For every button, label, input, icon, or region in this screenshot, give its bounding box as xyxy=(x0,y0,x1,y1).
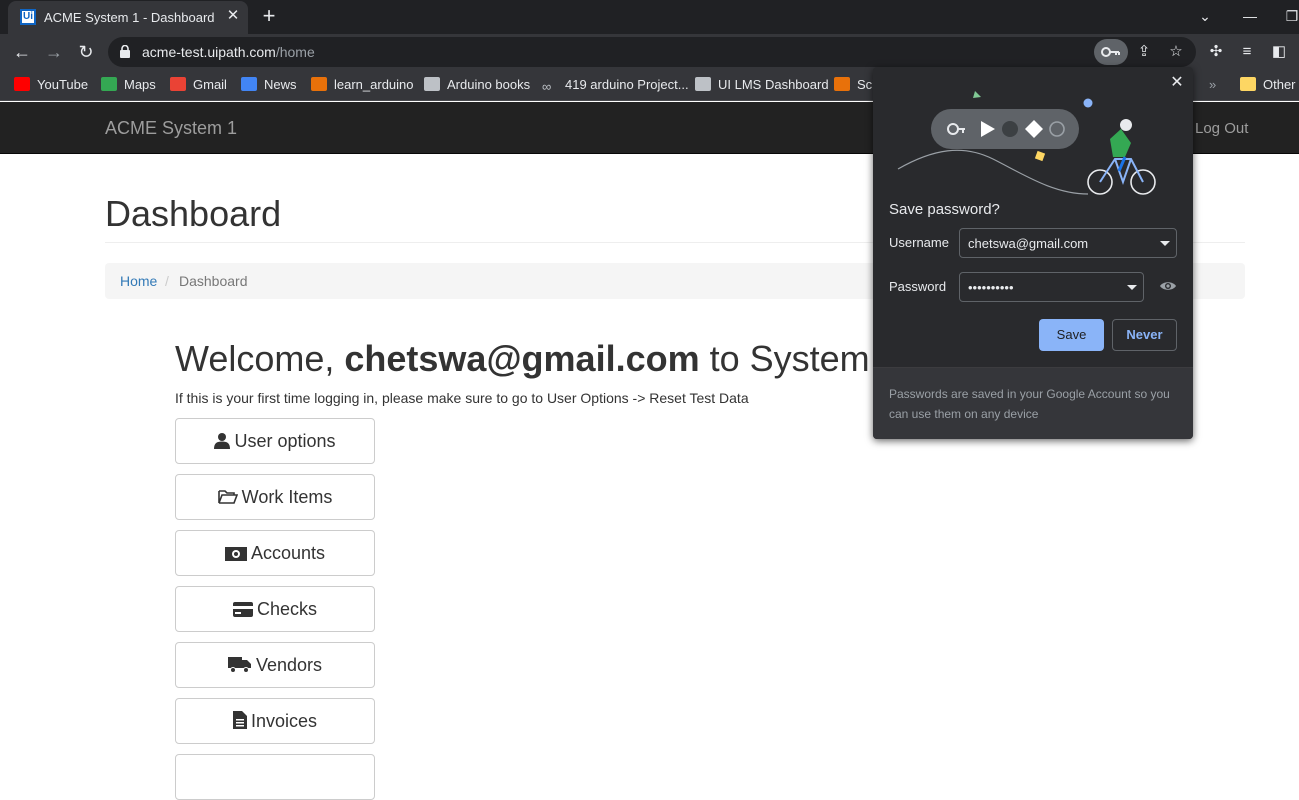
new-tab-icon[interactable]: + xyxy=(258,5,280,27)
side-panel-icon[interactable]: ◧ xyxy=(1268,41,1290,63)
intro-text: If this is your first time logging in, p… xyxy=(175,390,749,406)
tab-search-chevron-icon[interactable]: ⌄ xyxy=(1193,4,1217,28)
bookmark-ui-lms[interactable]: UI LMS Dashboard xyxy=(695,76,829,94)
browser-tabstrip: Ui ACME System 1 - Dashboard ✕ + ⌄ — ❐ xyxy=(0,0,1299,34)
bookmark-youtube[interactable]: YouTube xyxy=(14,76,88,94)
checks-button[interactable]: Checks xyxy=(175,586,375,632)
app-brand[interactable]: ACME System 1 xyxy=(105,118,237,139)
bookmark-maps[interactable]: Maps xyxy=(101,76,156,94)
reload-icon[interactable]: ↻ xyxy=(74,40,98,64)
tab-close-icon[interactable]: ✕ xyxy=(224,7,242,25)
tab-title: ACME System 1 - Dashboard xyxy=(44,10,215,25)
logout-link[interactable]: Log Out xyxy=(1195,120,1248,137)
welcome-heading: Welcome, chetswa@gmail.com to System xyxy=(175,338,870,379)
username-label: Username xyxy=(889,235,949,250)
sci-icon xyxy=(834,77,850,91)
footer-text: Passwords are saved in your Google Accou… xyxy=(889,387,1170,421)
username-value: chetswa@gmail.com xyxy=(968,236,1089,251)
truck-icon xyxy=(227,657,251,673)
file-text-icon xyxy=(232,711,247,729)
user-options-button[interactable]: User options xyxy=(175,418,375,464)
folder-icon xyxy=(1240,77,1256,91)
url-text: acme-test.uipath.com/home xyxy=(142,44,315,60)
arduino-icon xyxy=(311,77,327,91)
media-control-icon[interactable]: ≡ xyxy=(1236,41,1258,63)
chevron-down-icon xyxy=(1160,241,1170,246)
lms-icon xyxy=(695,77,711,91)
password-value: •••••••••• xyxy=(968,280,1014,295)
password-select[interactable]: •••••••••• xyxy=(959,272,1144,302)
never-button[interactable]: Never xyxy=(1112,319,1177,351)
bookmark-gmail[interactable]: Gmail xyxy=(170,76,227,94)
bookmark-419-arduino[interactable]: ∞ 419 arduino Project... xyxy=(542,76,689,94)
gmail-icon xyxy=(170,77,186,91)
bookmark-news[interactable]: News xyxy=(241,76,297,94)
credit-card-icon xyxy=(232,602,253,617)
password-label: Password xyxy=(889,279,947,294)
username-select[interactable]: chetswa@gmail.com xyxy=(959,228,1177,258)
extensions-icon[interactable]: ✣ xyxy=(1205,41,1227,63)
save-password-dialog: ✕ Save password? Username chetswa@gmail.… xyxy=(873,67,1193,439)
chevron-down-icon xyxy=(1127,285,1137,290)
breadcrumb-current: Dashboard xyxy=(179,273,248,289)
bookmarks-overflow-icon[interactable]: » xyxy=(1209,76,1216,94)
news-icon xyxy=(241,77,257,91)
invoices-button[interactable]: Invoices xyxy=(175,698,375,744)
password-key-icon[interactable] xyxy=(1094,39,1128,65)
browser-toolbar: ← → ↻ acme-test.uipath.com/home ⇪ ☆ ✣ ≡ … xyxy=(0,34,1299,70)
vendors-button[interactable]: Vendors xyxy=(175,642,375,688)
bookmark-learn-arduino[interactable]: learn_arduino xyxy=(311,76,414,94)
grid-icon xyxy=(424,77,440,91)
browser-tab[interactable]: Ui ACME System 1 - Dashboard ✕ xyxy=(8,1,248,34)
user-icon xyxy=(214,433,231,449)
back-icon[interactable]: ← xyxy=(10,40,34,64)
bookmark-sci[interactable]: Sci xyxy=(834,76,875,94)
dialog-title: Save password? xyxy=(889,201,1000,218)
restore-icon[interactable]: ❐ xyxy=(1280,4,1299,28)
dialog-footer: Passwords are saved in your Google Accou… xyxy=(873,367,1193,439)
infinity-icon: ∞ xyxy=(542,79,552,94)
youtube-icon xyxy=(14,77,30,91)
maps-icon xyxy=(101,77,117,91)
eye-icon[interactable] xyxy=(1159,278,1177,294)
close-icon[interactable]: ✕ xyxy=(1167,73,1187,93)
password-illustration xyxy=(897,91,1156,195)
save-button[interactable]: Save xyxy=(1039,319,1104,351)
breadcrumb-separator: / xyxy=(165,273,169,289)
address-bar[interactable]: acme-test.uipath.com/home ⇪ ☆ xyxy=(108,37,1196,67)
accounts-button[interactable]: Accounts xyxy=(175,530,375,576)
work-items-button[interactable]: Work Items xyxy=(175,474,375,520)
bookmark-arduino-books[interactable]: Arduino books xyxy=(424,76,530,94)
bookmark-star-icon[interactable]: ☆ xyxy=(1166,42,1186,62)
next-menu-button[interactable] xyxy=(175,754,375,800)
minimize-icon[interactable]: — xyxy=(1238,4,1262,28)
uipath-favicon-icon: Ui xyxy=(20,9,36,25)
breadcrumb-home-link[interactable]: Home xyxy=(120,273,157,289)
lock-icon xyxy=(120,45,130,58)
forward-icon[interactable]: → xyxy=(42,40,66,64)
folder-open-icon xyxy=(217,490,238,504)
share-icon[interactable]: ⇪ xyxy=(1134,42,1154,62)
other-bookmarks[interactable]: Other xyxy=(1240,76,1296,94)
page-title: Dashboard xyxy=(105,193,282,234)
money-icon xyxy=(224,547,247,561)
